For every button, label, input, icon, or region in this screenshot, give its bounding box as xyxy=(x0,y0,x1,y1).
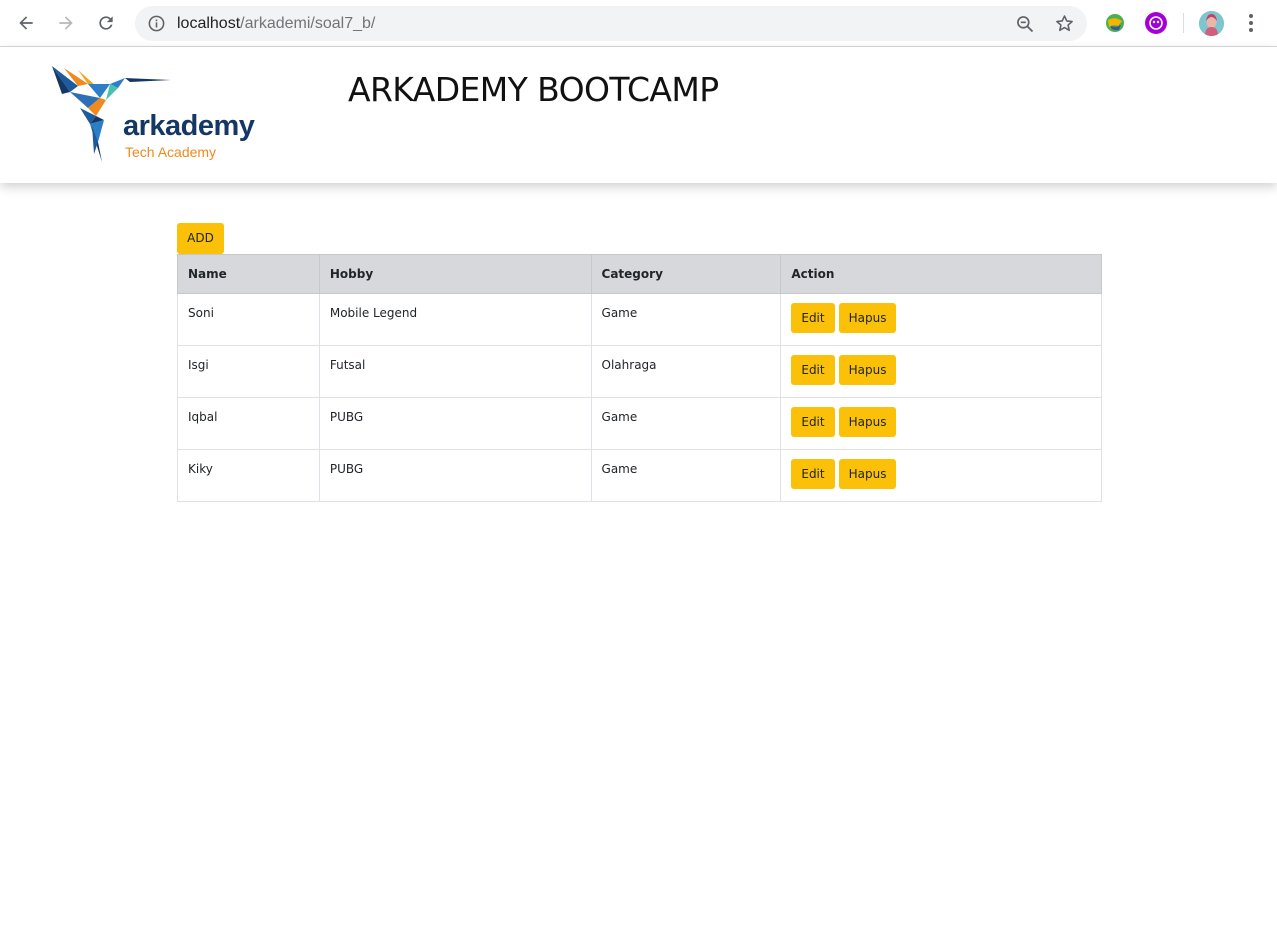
table-row: Kiky PUBG Game Edit Hapus xyxy=(177,449,1102,502)
cell-hobby: Futsal xyxy=(318,345,592,398)
edit-button[interactable]: Edit xyxy=(791,303,835,333)
cell-name: Isgi xyxy=(177,345,320,398)
cell-hobby: Mobile Legend xyxy=(318,293,592,346)
cell-category: Game xyxy=(590,449,782,502)
cell-hobby: PUBG xyxy=(318,397,592,450)
cell-hobby: PUBG xyxy=(318,449,592,502)
table-row: Soni Mobile Legend Game Edit Hapus xyxy=(177,293,1102,346)
profile-avatar[interactable] xyxy=(1199,11,1224,36)
delete-button[interactable]: Hapus xyxy=(838,355,897,385)
reload-button[interactable] xyxy=(93,10,119,36)
url-host: localhost xyxy=(177,15,241,32)
forward-arrow-icon xyxy=(59,16,73,30)
site-header: arkademy Tech Academy ARKADEMY BOOTCAMP xyxy=(0,47,1277,183)
forward-button[interactable] xyxy=(53,10,79,36)
cell-action: Edit Hapus xyxy=(780,293,1102,346)
extension-purple-icon[interactable] xyxy=(1145,12,1167,34)
table-row: Iqbal PUBG Game Edit Hapus xyxy=(177,397,1102,450)
info-icon[interactable] xyxy=(147,14,166,33)
toolbar-divider xyxy=(1183,13,1184,33)
logo-brand-text: arkademy xyxy=(123,110,255,142)
arkademy-logo[interactable]: arkademy Tech Academy xyxy=(50,64,265,164)
extension-globe-icon[interactable] xyxy=(1104,12,1126,34)
cell-category: Game xyxy=(590,397,782,450)
column-header-category: Category xyxy=(590,254,782,294)
add-button[interactable]: ADD xyxy=(177,223,224,254)
hobby-table: Name Hobby Category Action Soni Mobile L… xyxy=(177,254,1102,502)
edit-button[interactable]: Edit xyxy=(791,355,835,385)
zoom-out-icon[interactable] xyxy=(1015,14,1035,34)
cell-name: Kiky xyxy=(177,449,320,502)
page-title: ARKADEMY BOOTCAMP xyxy=(348,70,719,109)
edit-button[interactable]: Edit xyxy=(791,459,835,489)
delete-button[interactable]: Hapus xyxy=(838,303,897,333)
url-text[interactable]: localhost/arkademi/soal7_b/ xyxy=(177,6,375,41)
table-header-row: Name Hobby Category Action xyxy=(177,254,1102,294)
cell-name: Iqbal xyxy=(177,397,320,450)
url-path: /arkademi/soal7_b/ xyxy=(240,15,376,32)
star-icon[interactable] xyxy=(1054,13,1075,34)
kebab-menu-icon[interactable] xyxy=(1241,12,1261,34)
cell-action: Edit Hapus xyxy=(780,345,1102,398)
cell-action: Edit Hapus xyxy=(780,397,1102,450)
table-row: Isgi Futsal Olahraga Edit Hapus xyxy=(177,345,1102,398)
browser-toolbar: localhost/arkademi/soal7_b/ xyxy=(0,0,1277,47)
delete-button[interactable]: Hapus xyxy=(838,459,897,489)
address-bar[interactable]: localhost/arkademi/soal7_b/ xyxy=(135,6,1087,41)
reload-icon xyxy=(99,16,113,30)
cell-category: Olahraga xyxy=(590,345,782,398)
column-header-action: Action xyxy=(780,254,1102,294)
column-header-name: Name xyxy=(177,254,320,294)
cell-action: Edit Hapus xyxy=(780,449,1102,502)
edit-button[interactable]: Edit xyxy=(791,407,835,437)
column-header-hobby: Hobby xyxy=(318,254,592,294)
cell-name: Soni xyxy=(177,293,320,346)
delete-button[interactable]: Hapus xyxy=(838,407,897,437)
back-button[interactable] xyxy=(13,10,39,36)
cell-category: Game xyxy=(590,293,782,346)
back-arrow-icon xyxy=(19,16,33,30)
logo-tagline: Tech Academy xyxy=(125,144,217,160)
